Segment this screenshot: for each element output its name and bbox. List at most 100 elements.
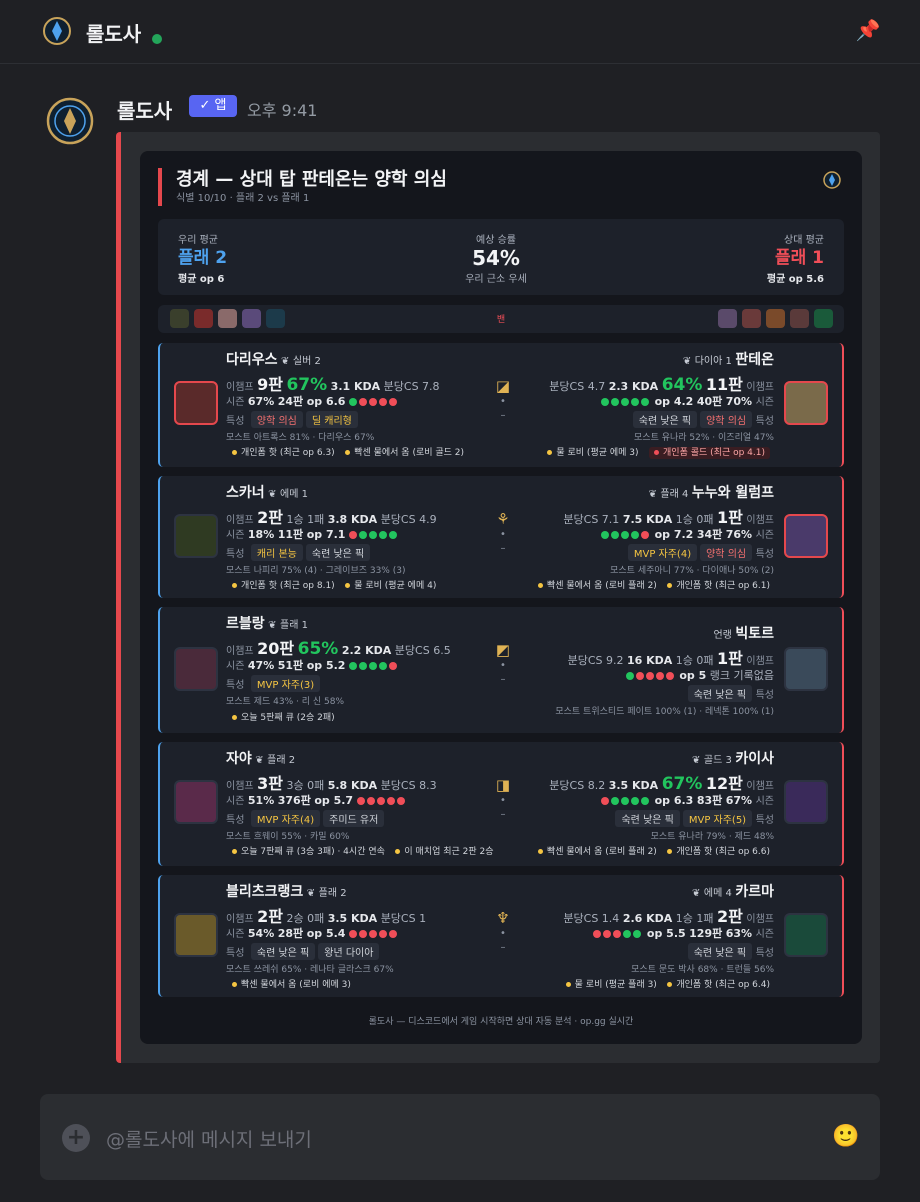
kda: 7.5 KDA bbox=[622, 513, 673, 526]
cs: 분당CS 7.8 bbox=[383, 380, 440, 393]
stat-label: 이챔프 bbox=[746, 781, 774, 792]
champ-games: 12판 bbox=[705, 774, 743, 793]
recent-results bbox=[593, 927, 643, 940]
champ-games: 2판 bbox=[257, 907, 283, 926]
season-games: 24판 bbox=[277, 395, 304, 408]
their-rank: 플래 1 bbox=[774, 248, 824, 268]
season-games: 40판 bbox=[696, 395, 723, 408]
season-games: 34판 bbox=[696, 528, 723, 541]
record: 1승 0패 bbox=[675, 654, 714, 667]
champion-portrait bbox=[784, 647, 828, 691]
their-op: 평균 op 5.6 bbox=[766, 274, 824, 285]
champion-portrait bbox=[174, 780, 218, 824]
champion-portrait bbox=[174, 647, 218, 691]
kda: 16 KDA bbox=[626, 654, 673, 667]
top-lane-icon: ◪ • – bbox=[495, 377, 511, 421]
trait-label: 특성 bbox=[226, 948, 245, 959]
most-champs: 모스트 나피리 75% (4) · 그레이브즈 33% (3) bbox=[226, 566, 406, 576]
champion-name: 르블랑 bbox=[226, 616, 265, 632]
trait-tag: MVP 자주(3) bbox=[250, 675, 321, 692]
note: 빡센 물에서 옴 (로비 플래 2) bbox=[546, 581, 657, 591]
most-champs: 모스트 제드 43% · 리 신 58% bbox=[226, 697, 344, 707]
tier-icon: ❦ bbox=[692, 755, 701, 766]
card-title: 경계 — 상대 탑 판테온는 양학 의심 bbox=[176, 169, 447, 190]
trait-label: 특성 bbox=[755, 815, 774, 826]
champ-games: 9판 bbox=[257, 375, 283, 394]
champ-games: 1판 bbox=[717, 508, 743, 527]
season-wr: 67% bbox=[247, 395, 275, 408]
note: 개인폼 핫 (최근 op 6.3) bbox=[241, 448, 335, 458]
champion-name: 누누와 윌럼프 bbox=[691, 485, 774, 501]
cs: 분당CS 4.7 bbox=[549, 380, 606, 393]
enemy-pick-icon bbox=[718, 309, 737, 328]
op-score: op 5.5 bbox=[646, 927, 686, 940]
stat-label: 이챔프 bbox=[226, 515, 254, 526]
kda: 2.2 KDA bbox=[341, 644, 392, 657]
win-prediction: 예상 승률 54% 우리 근소 우세 bbox=[158, 231, 834, 285]
recent-results bbox=[348, 395, 399, 408]
trait-tag: 양학 의심 bbox=[250, 411, 303, 428]
win-note: 우리 근소 우세 bbox=[465, 274, 527, 285]
op-score: op 6.3 bbox=[654, 794, 694, 807]
season-wr: 63% bbox=[725, 927, 753, 940]
champ-winrate: 67% bbox=[286, 375, 328, 395]
tier-icon: ❦ bbox=[281, 356, 290, 367]
jungle-lane-icon: ⚘ • – bbox=[496, 510, 510, 554]
kda: 3.8 KDA bbox=[327, 513, 378, 526]
most-champs: 모스트 아트록스 81% · 다리우스 67% bbox=[226, 433, 375, 443]
champion-name: 스카너 bbox=[226, 485, 265, 501]
tier-label: 플래 4 bbox=[660, 489, 689, 500]
season-games: 51판 bbox=[277, 659, 304, 672]
most-champs: 모스트 쓰레쉬 65% · 레나타 글라스크 67% bbox=[226, 965, 394, 975]
win-value: 54% bbox=[472, 246, 520, 270]
kda: 3.1 KDA bbox=[330, 380, 381, 393]
stat-label: 이챔프 bbox=[226, 781, 254, 792]
most-champs: 모스트 유나라 79% · 제드 48% bbox=[650, 832, 774, 842]
pin-icon[interactable]: 📌 bbox=[854, 18, 882, 46]
cs: 분당CS 1.4 bbox=[563, 912, 620, 925]
record: 3승 0패 bbox=[286, 779, 325, 792]
attach-plus-button[interactable]: + bbox=[62, 1124, 90, 1152]
note: 개인폼 콜드 (최근 op 4.1) bbox=[663, 448, 765, 458]
bot-avatar[interactable] bbox=[46, 92, 94, 150]
trait-tag: 딜 캐리형 bbox=[305, 411, 358, 428]
note: 오늘 5판째 큐 (2승 2패) bbox=[241, 713, 335, 723]
champion-portrait bbox=[784, 514, 828, 558]
kda: 5.8 KDA bbox=[327, 779, 378, 792]
enemy-pick-icon bbox=[814, 309, 833, 328]
tier-label: 언랭 bbox=[713, 630, 732, 641]
trait-label: 특성 bbox=[755, 948, 774, 959]
card-logo-icon bbox=[823, 171, 841, 189]
kda: 3.5 KDA bbox=[327, 912, 378, 925]
message-input[interactable]: @롤도사에 메시지 보내기 bbox=[106, 1125, 312, 1152]
season-label: 시즌 bbox=[226, 530, 245, 541]
trait-tag: MVP 자주(4) bbox=[627, 544, 698, 561]
trait-label: 특성 bbox=[755, 690, 774, 701]
season-label: 시즌 bbox=[226, 661, 245, 672]
stat-label: 이챔프 bbox=[746, 382, 774, 393]
trait-label: 특성 bbox=[226, 416, 245, 427]
champ-games: 1판 bbox=[717, 649, 743, 668]
note: 빡센 물에서 옴 (로비 플래 2) bbox=[546, 847, 657, 857]
emoji-icon[interactable]: 🙂 bbox=[832, 1124, 859, 1149]
tier-icon: ❦ bbox=[682, 356, 692, 367]
tier-label: 플래 2 bbox=[318, 888, 347, 899]
tier-icon: ❦ bbox=[692, 888, 701, 899]
season-label: 시즌 bbox=[226, 397, 245, 408]
tier-icon: ❦ bbox=[268, 620, 277, 631]
message-author[interactable]: 롤도사 bbox=[117, 95, 172, 124]
kda: 3.5 KDA bbox=[608, 779, 659, 792]
stat-label: 이챔프 bbox=[226, 382, 254, 393]
trait-tag: 숙련 낮은 픽 bbox=[687, 685, 753, 702]
cs: 분당CS 8.2 bbox=[549, 779, 606, 792]
check-icon: ✓ bbox=[199, 98, 211, 113]
champion-portrait bbox=[174, 381, 218, 425]
champion-name: 카르마 bbox=[735, 884, 774, 900]
card-header: 경계 — 상대 탑 판테온는 양학 의심 식별 10/10 · 플래 2 vs … bbox=[158, 168, 447, 206]
champion-portrait bbox=[784, 381, 828, 425]
note: 이 매치업 최근 2판 2승 bbox=[404, 847, 494, 857]
matchup-top: 다리우스 ❦ 실버 2 이챔프 9판 67% 3.1 KDA 분당CS 7.8 … bbox=[158, 343, 844, 467]
note: 빡센 물에서 옴 (로비 에메 3) bbox=[241, 980, 351, 990]
season-label: 시즌 bbox=[755, 796, 774, 807]
channel-header: 롤도사 📌 bbox=[0, 0, 920, 64]
